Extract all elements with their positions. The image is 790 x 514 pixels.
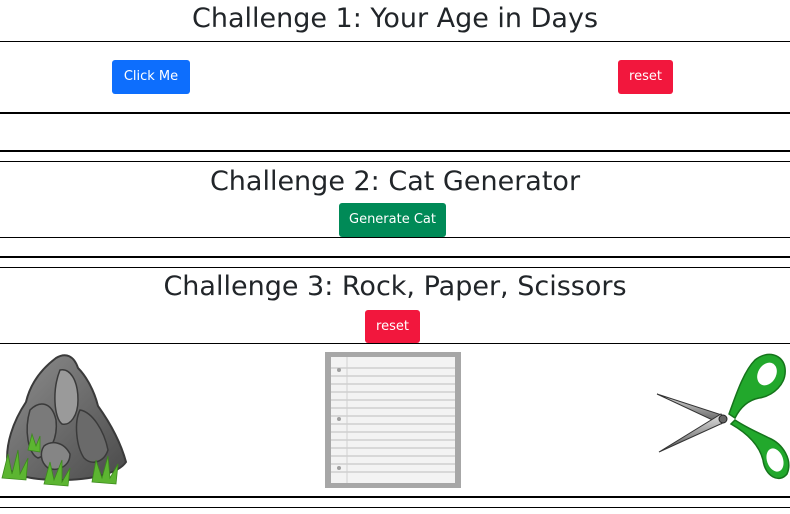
click-me-button[interactable]: Click Me [112,60,190,94]
divider [0,161,790,162]
challenge1-title: Challenge 1: Your Age in Days [191,3,599,34]
divider [0,41,790,42]
challenge2-title: Challenge 2: Cat Generator [209,166,581,197]
divider [0,150,790,152]
rps-reset-button[interactable]: reset [365,310,420,343]
challenge3-title: Challenge 3: Rock, Paper, Scissors [163,271,627,302]
paper-image[interactable] [325,352,461,488]
divider [0,496,790,498]
page: Challenge 1: Your Age in Days Click Me r… [0,0,790,514]
divider [0,112,790,114]
divider [0,256,790,258]
scissors-image[interactable] [655,352,790,488]
divider [0,237,790,238]
divider [0,267,790,268]
rock-image[interactable] [0,350,132,490]
age-reset-button[interactable]: reset [618,60,673,94]
divider [0,343,790,344]
divider [0,507,790,508]
generate-cat-button[interactable]: Generate Cat [339,203,446,237]
